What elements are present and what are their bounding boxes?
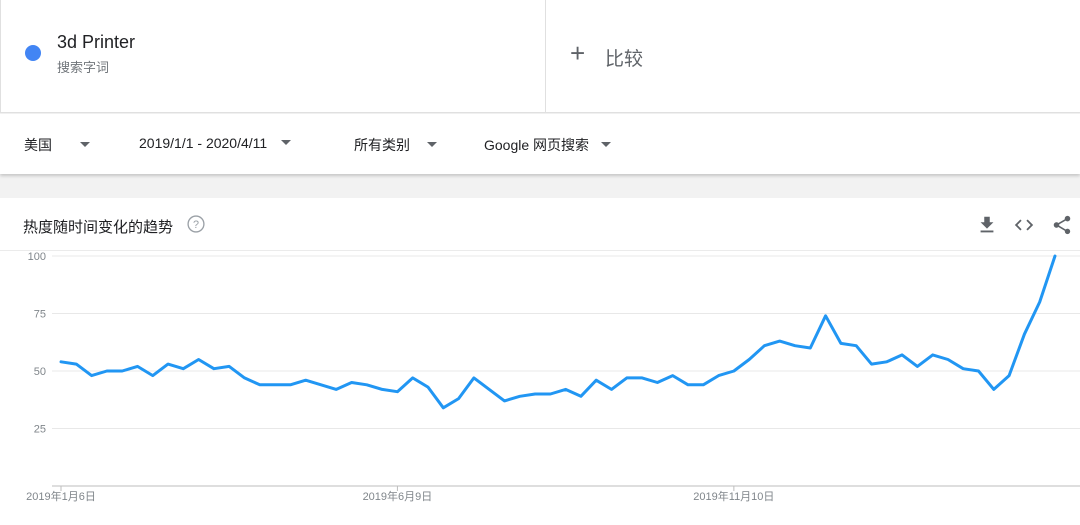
compare-label: 比较 xyxy=(605,49,644,70)
y-tick-label: 50 xyxy=(34,366,46,378)
y-tick-label: 25 xyxy=(34,424,46,436)
y-tick-label: 75 xyxy=(34,309,46,321)
interest-over-time-card: 热度随时间变化的趋势 ? 25 50 75 100 2019年1月6日 2019年6月9… xyxy=(0,198,1080,525)
date-range-dropdown[interactable]: 2019/1/1 - 2020/4/11 xyxy=(139,135,292,151)
region-value: 美国 xyxy=(24,137,52,153)
plus-icon: + xyxy=(570,38,586,68)
y-tick-label: 100 xyxy=(28,252,46,263)
search-term-card[interactable]: 3d Printer 搜索字词 xyxy=(0,0,546,113)
trend-chart: 25 50 75 100 2019年1月6日 2019年6月9日 2019年11月10日 xyxy=(26,252,1080,503)
help-circle-icon[interactable]: ? xyxy=(186,214,206,234)
search-term-bar: 3d Printer 搜索字词 + 比较 xyxy=(0,0,1080,113)
chevron-down-icon xyxy=(600,142,611,148)
series-color-dot xyxy=(25,45,41,61)
search-type-dropdown[interactable]: Google 网页搜索 xyxy=(484,135,611,155)
x-tick-label: 2019年6月9日 xyxy=(363,489,433,503)
embed-code-icon[interactable] xyxy=(1013,214,1035,236)
filter-bar: 美国 2019/1/1 - 2020/4/11 所有类别 Google 网页搜索 xyxy=(0,114,1080,174)
x-tick-label: 2019年1月6日 xyxy=(26,489,96,503)
card-header: 热度随时间变化的趋势 ? xyxy=(0,198,1080,251)
svg-text:?: ? xyxy=(193,219,199,231)
search-type-value: Google 网页搜索 xyxy=(484,137,590,153)
chevron-down-icon xyxy=(281,140,292,146)
region-dropdown[interactable]: 美国 xyxy=(24,135,90,155)
chevron-down-icon xyxy=(426,142,437,148)
download-icon[interactable] xyxy=(976,214,998,236)
x-tick-label: 2019年11月10日 xyxy=(693,489,774,503)
date-range-value: 2019/1/1 - 2020/4/11 xyxy=(139,135,268,151)
category-dropdown[interactable]: 所有类别 xyxy=(354,135,437,155)
card-title: 热度随时间变化的趋势 xyxy=(23,219,174,236)
series-line-3d-printer xyxy=(59,254,1057,410)
search-term-name[interactable]: 3d Printer xyxy=(57,32,135,53)
category-value: 所有类别 xyxy=(354,137,410,153)
chevron-down-icon xyxy=(79,142,90,148)
compare-button[interactable]: + 比较 xyxy=(546,0,1080,113)
share-icon[interactable] xyxy=(1051,214,1073,236)
search-term-subtitle: 搜索字词 xyxy=(57,60,110,75)
